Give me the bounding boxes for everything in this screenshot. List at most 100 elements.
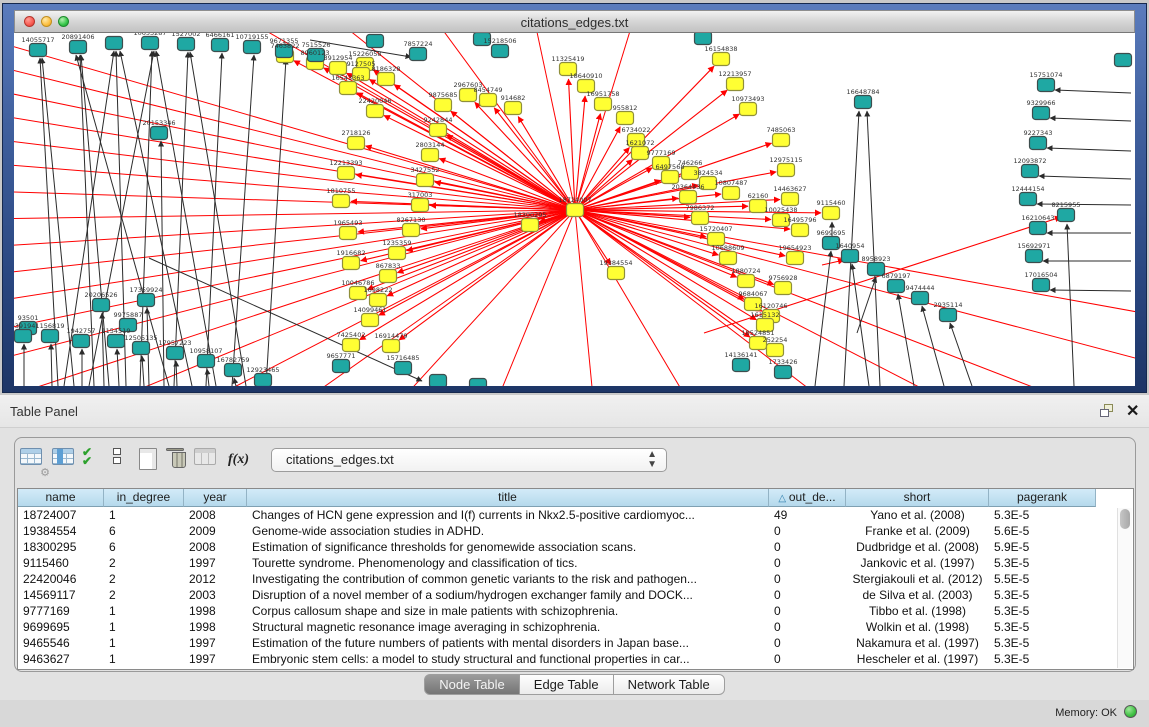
table-cell[interactable]: Estimation of the future numbers of pati… — [247, 635, 769, 651]
table-cell[interactable]: 0 — [769, 603, 846, 619]
graph-node-1880724[interactable] — [738, 275, 755, 288]
table-cell[interactable]: 0 — [769, 571, 846, 587]
table-tabs[interactable]: Node TableEdge TableNetwork Table — [0, 674, 1149, 695]
column-header-name[interactable]: name — [18, 489, 104, 507]
graph-node-9115460[interactable] — [823, 207, 840, 220]
table-row[interactable]: 911546021997Tourette syndrome. Phenomeno… — [18, 555, 1133, 571]
graph-node-18300295[interactable] — [522, 219, 539, 232]
graph-node-10653287[interactable] — [142, 37, 159, 50]
graph-node-9242844[interactable] — [430, 124, 447, 137]
table-row[interactable]: 1456911722003Disruption of a novel membe… — [18, 587, 1133, 603]
create-column-button[interactable] — [139, 448, 165, 474]
column-header-out_de[interactable]: △ out_de... — [769, 489, 846, 507]
graph-node-2935114[interactable] — [940, 309, 957, 322]
table-cell[interactable]: 5.3E-5 — [989, 619, 1096, 635]
graph-node-2803144[interactable] — [422, 149, 439, 162]
graph-node-1733426[interactable] — [775, 366, 792, 379]
tab-edge-table[interactable]: Edge Table — [520, 674, 614, 695]
graph-node-8267130[interactable] — [403, 224, 420, 237]
graph-node-8454749[interactable] — [480, 94, 497, 107]
table-cell[interactable]: 5.3E-5 — [989, 635, 1096, 651]
table-cell[interactable]: Changes of HCN gene expression and I(f) … — [247, 507, 769, 523]
table-cell[interactable]: 9465546 — [18, 635, 104, 651]
graph-node-1942757[interactable] — [73, 335, 90, 348]
graph-node-12093872[interactable] — [1022, 165, 1039, 178]
graph-node-8215955[interactable] — [1058, 209, 1075, 222]
table-cell[interactable]: Nakamura et al. (1997) — [846, 635, 989, 651]
table-cell[interactable]: 0 — [769, 523, 846, 539]
graph-node-20206526[interactable] — [93, 299, 110, 312]
table-cell[interactable]: 2003 — [184, 587, 247, 603]
table-cell[interactable]: Investigating the contribution of common… — [247, 571, 769, 587]
graph-node-6466161[interactable] — [212, 39, 229, 52]
graph-node-1965493[interactable] — [340, 227, 357, 240]
table-cell[interactable]: Tourette syndrome. Phenomenology and cla… — [247, 555, 769, 571]
graph-node-10688609[interactable] — [720, 252, 737, 265]
table-cell[interactable]: 2012 — [184, 571, 247, 587]
table-cell[interactable]: 9463627 — [18, 651, 104, 667]
graph-node-14463627[interactable] — [782, 193, 799, 206]
table-cell[interactable]: 1997 — [184, 635, 247, 651]
table-cell[interactable]: Embryonic stem cells: a model to study s… — [247, 651, 769, 667]
graph-node-22420046[interactable] — [367, 105, 384, 118]
table-cell[interactable]: Disruption of a novel member of a sodium… — [247, 587, 769, 603]
table-cell[interactable]: 1997 — [184, 651, 247, 667]
graph-node-6497568[interactable] — [662, 171, 679, 184]
graph-node-7425402[interactable] — [343, 339, 360, 352]
graph-node-9329966[interactable] — [1033, 107, 1050, 120]
graph-node-252254[interactable] — [767, 344, 784, 357]
graph-node-14136141[interactable] — [733, 359, 750, 372]
table-cell[interactable]: 5.9E-5 — [989, 539, 1096, 555]
table-cell[interactable]: Hescheler et al. (1997) — [846, 651, 989, 667]
graph-node-12975115[interactable] — [778, 164, 795, 177]
graph-node-16951758[interactable] — [595, 98, 612, 111]
table-cell[interactable]: 0 — [769, 555, 846, 571]
graph-node-10807487[interactable] — [723, 187, 740, 200]
table-cell[interactable]: 9115460 — [18, 555, 104, 571]
select-all-columns-button[interactable]: ✔✔ — [82, 448, 108, 474]
table-cell[interactable]: 49 — [769, 507, 846, 523]
table-cell[interactable]: Estimation of significance thresholds fo… — [247, 539, 769, 555]
graph-node-7986372[interactable] — [692, 212, 709, 225]
table-cell[interactable]: 6 — [104, 523, 184, 539]
table-cell[interactable]: Tibbo et al. (1998) — [846, 603, 989, 619]
table-cell[interactable]: 0 — [769, 635, 846, 651]
column-header-short[interactable]: short — [846, 489, 989, 507]
unselect-all-columns-button[interactable] — [113, 448, 139, 474]
table-cell[interactable]: 5.3E-5 — [989, 603, 1096, 619]
table-cell[interactable]: de Silva et al. (2003) — [846, 587, 989, 603]
table-cell[interactable]: Jankovic et al. (1997) — [846, 555, 989, 571]
table-cell[interactable]: 2008 — [184, 539, 247, 555]
table-row[interactable]: 977716911998Corpus callosum shape and si… — [18, 603, 1133, 619]
graph-node-1698222[interactable] — [370, 294, 387, 307]
graph-node-955812[interactable] — [617, 112, 634, 125]
column-header-title[interactable]: title — [247, 489, 769, 507]
graph-node-914682[interactable] — [505, 102, 522, 115]
network-window-titlebar[interactable]: citations_edges.txt — [14, 10, 1135, 33]
graph-node-16543363[interactable] — [340, 82, 357, 95]
memory-ok-icon[interactable] — [1124, 705, 1137, 718]
graph-node-16083839[interactable] — [367, 35, 384, 48]
graph-node-19654923[interactable] — [787, 252, 804, 265]
table-cell[interactable]: 1 — [104, 651, 184, 667]
table-cell[interactable]: 5.3E-5 — [989, 507, 1096, 523]
graph-node-1916682[interactable] — [343, 257, 360, 270]
table-cell[interactable]: 2 — [104, 587, 184, 603]
graph-node-317003[interactable] — [412, 199, 429, 212]
table-row[interactable]: 1830029562008Estimation of significance … — [18, 539, 1133, 555]
table-cell[interactable]: 0 — [769, 539, 846, 555]
graph-node-2718126[interactable] — [348, 137, 365, 150]
graph-node-1156819[interactable] — [42, 330, 59, 343]
table-row[interactable]: 1872400712008Changes of HCN gene express… — [18, 507, 1133, 523]
graph-node-unlabeled[interactable] — [106, 37, 123, 50]
table-body[interactable]: 1872400712008Changes of HCN gene express… — [18, 507, 1133, 667]
float-panel-icon[interactable] — [1100, 404, 1115, 418]
table-cell[interactable]: 1 — [104, 619, 184, 635]
graph-node-10719155[interactable] — [244, 41, 261, 54]
table-cell[interactable]: 1998 — [184, 603, 247, 619]
table-mode-button[interactable]: ⚙ — [20, 448, 46, 474]
table-cell[interactable]: Stergiakouli et al. (2012) — [846, 571, 989, 587]
graph-node-15751074[interactable] — [1038, 79, 1055, 92]
graph-node-1527002[interactable] — [178, 38, 195, 51]
citation-network-graph[interactable]: 1872400718300295193845542242004627181261… — [14, 33, 1135, 386]
